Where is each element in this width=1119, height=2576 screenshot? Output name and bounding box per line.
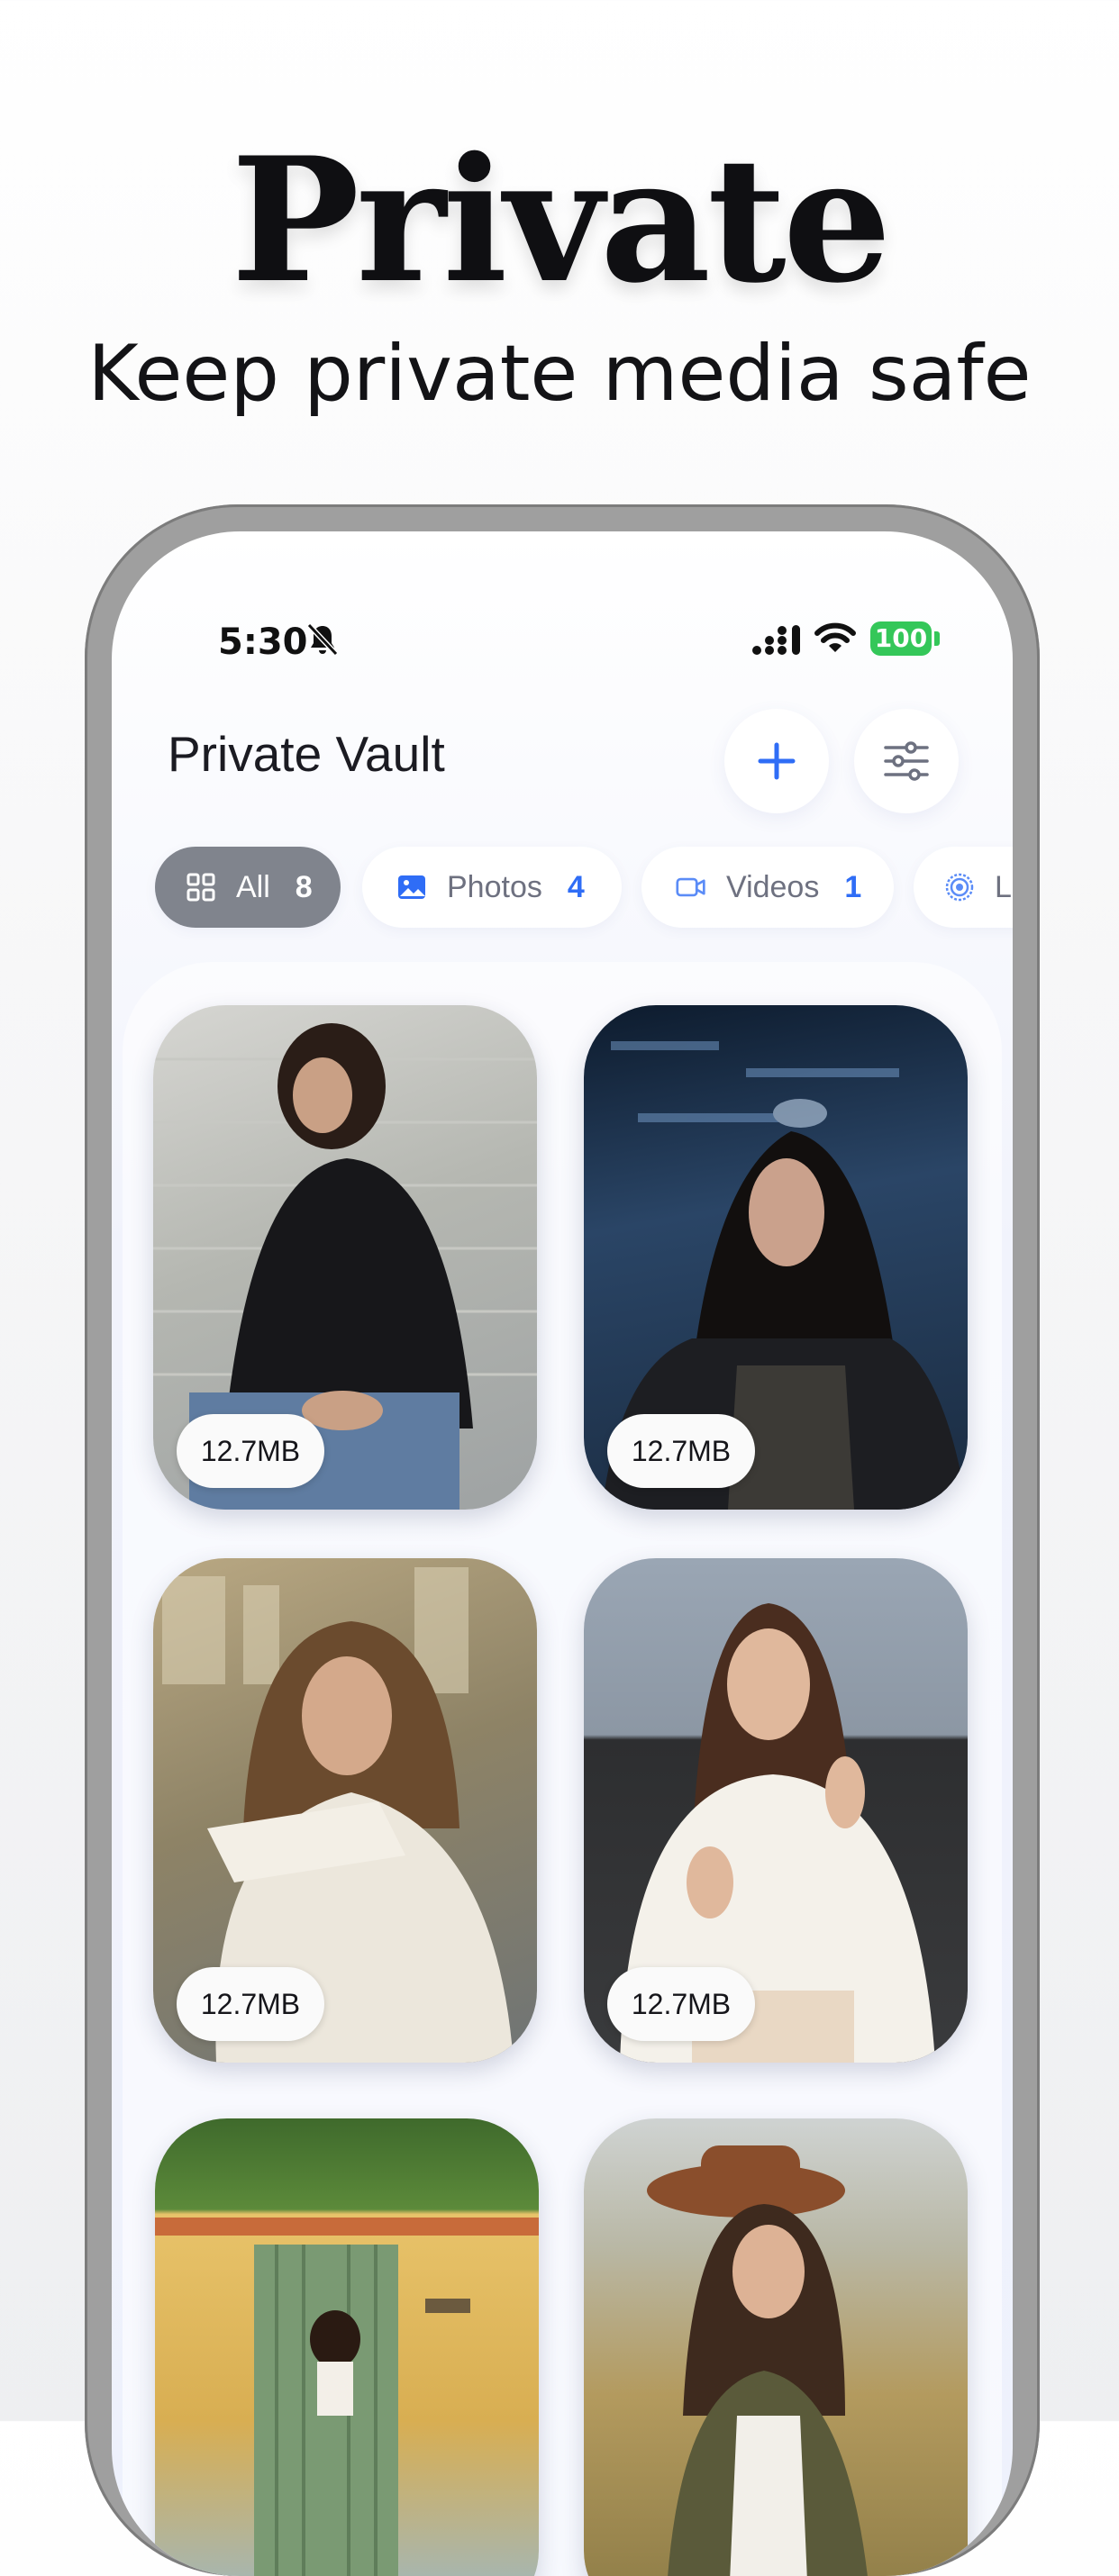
chip-label: Photos <box>447 869 542 904</box>
file-size-badge: 12.7MB <box>177 1414 324 1488</box>
battery-tip <box>934 631 940 646</box>
sliders-icon <box>884 741 929 781</box>
media-item[interactable] <box>155 2118 539 2576</box>
media-item[interactable] <box>584 2118 968 2576</box>
image-icon <box>398 875 425 899</box>
live-icon <box>945 873 974 902</box>
chip-label: L <box>995 869 1012 904</box>
hero-subtitle: Keep private media safe <box>87 329 1032 419</box>
plus-icon <box>758 742 796 780</box>
file-size-badge: 12.7MB <box>177 1967 324 2041</box>
chip-count: 4 <box>567 869 585 904</box>
media-item[interactable]: 12.7MB <box>584 1558 968 2063</box>
phone-screen: 5:30 100 Private Vault All 8 Photos 4 Vi… <box>112 531 1013 2576</box>
filter-chips: All 8 Photos 4 Videos 1 L <box>155 847 1013 930</box>
grid-icon <box>186 873 215 902</box>
wifi-icon <box>814 622 856 652</box>
chip-photos[interactable]: Photos 4 <box>362 847 622 928</box>
media-item[interactable]: 12.7MB <box>584 1005 968 1510</box>
hero-title: Private <box>231 120 891 321</box>
bell-slash-icon <box>306 622 339 657</box>
chip-all[interactable]: All 8 <box>155 847 341 928</box>
file-size-badge: 12.7MB <box>607 1414 755 1488</box>
battery-icon: 100 <box>870 621 932 656</box>
media-item[interactable]: 12.7MB <box>153 1005 537 1510</box>
add-button[interactable] <box>724 709 829 813</box>
status-bar: 5:30 100 <box>112 531 1013 676</box>
media-item[interactable]: 12.7MB <box>153 1558 537 2063</box>
chip-count: 8 <box>295 869 313 904</box>
page-title: Private Vault <box>168 726 445 782</box>
chip-label: All <box>236 869 270 904</box>
photo-thumbnail <box>647 2145 868 2576</box>
file-size-badge: 12.7MB <box>607 1967 755 2041</box>
chip-count: 1 <box>844 869 862 904</box>
photo-thumbnail <box>155 2218 539 2576</box>
video-icon <box>676 877 705 897</box>
filter-settings-button[interactable] <box>854 709 959 813</box>
phone-frame: 5:30 100 Private Vault All 8 Photos 4 Vi… <box>85 504 1040 2576</box>
status-time: 5:30 <box>218 621 308 663</box>
chip-label: Videos <box>726 869 820 904</box>
chip-videos[interactable]: Videos 1 <box>641 847 894 928</box>
chip-live[interactable]: L <box>914 847 1013 928</box>
signal-icon <box>752 625 800 655</box>
